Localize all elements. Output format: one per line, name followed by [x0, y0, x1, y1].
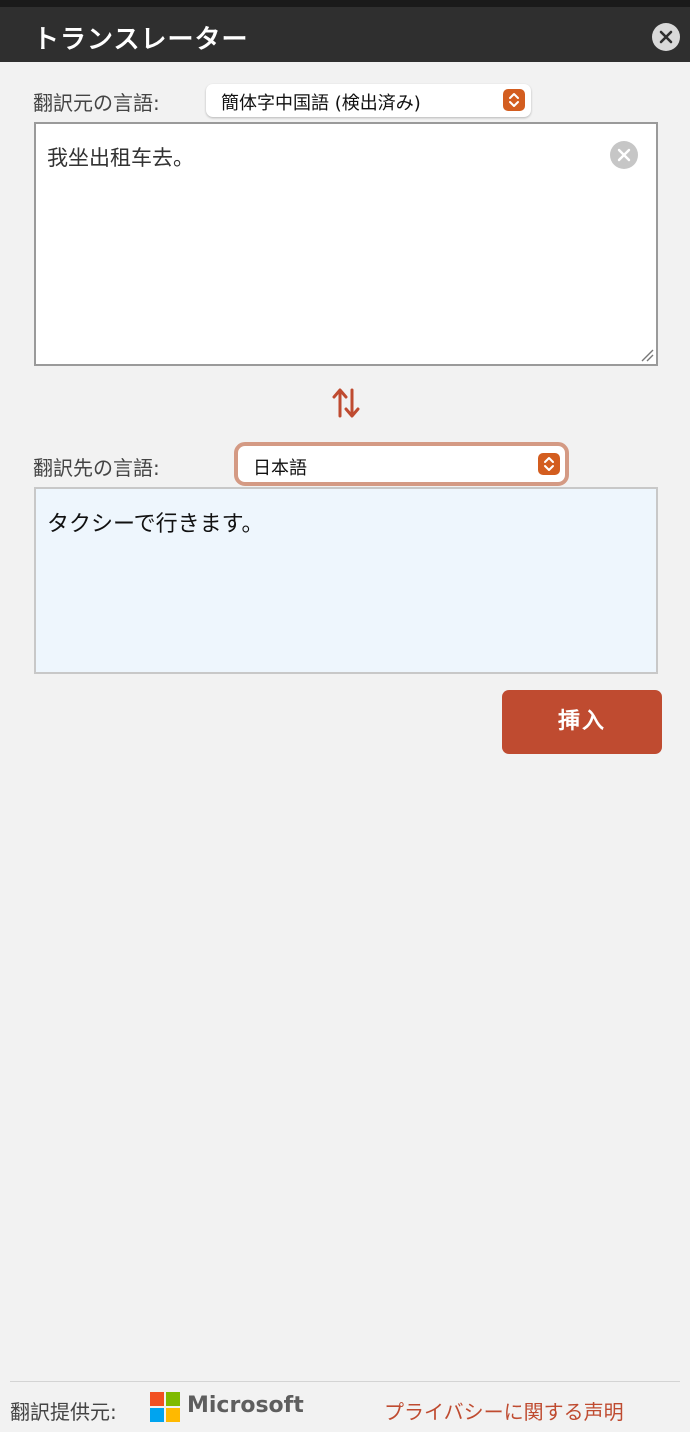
microsoft-logo-icon — [150, 1392, 180, 1422]
close-icon — [659, 30, 673, 44]
close-button[interactable] — [652, 23, 680, 51]
target-language-select[interactable]: 日本語 — [234, 442, 569, 486]
pane-title: トランスレーター — [33, 25, 249, 55]
target-language-value: 日本語 — [253, 458, 307, 479]
swap-languages-button[interactable] — [328, 385, 364, 421]
clear-source-button[interactable] — [610, 141, 638, 169]
title-bar: トランスレーター — [0, 0, 690, 62]
source-text-area[interactable]: 我坐出租车去。 — [34, 122, 658, 366]
translation-output-area[interactable]: タクシーで行きます。 — [34, 487, 658, 674]
source-language-label: 翻訳元の言語: — [33, 91, 160, 115]
source-text: 我坐出租车去。 — [47, 146, 194, 170]
resize-grip-icon[interactable] — [640, 348, 654, 362]
provider-label: 翻訳提供元: — [10, 1400, 117, 1424]
clear-icon — [617, 148, 631, 162]
updown-chevron-icon — [503, 89, 525, 111]
privacy-statement-link[interactable]: プライバシーに関する声明 — [384, 1396, 624, 1425]
translator-pane: トランスレーター 翻訳元の言語: 簡体字中国語 (検出済み) 我坐出租车去。 翻… — [0, 0, 690, 1432]
target-language-label: 翻訳先の言語: — [33, 456, 160, 480]
updown-chevron-icon — [538, 453, 560, 475]
provider-name: Microsoft — [187, 1393, 304, 1418]
footer-divider — [10, 1381, 680, 1382]
source-language-value: 簡体字中国語 (検出済み) — [221, 93, 421, 114]
source-language-select[interactable]: 簡体字中国語 (検出済み) — [206, 84, 531, 117]
translated-text: タクシーで行きます。 — [47, 512, 264, 537]
swap-arrows-icon — [332, 388, 360, 418]
insert-button[interactable]: 挿入 — [502, 690, 662, 754]
